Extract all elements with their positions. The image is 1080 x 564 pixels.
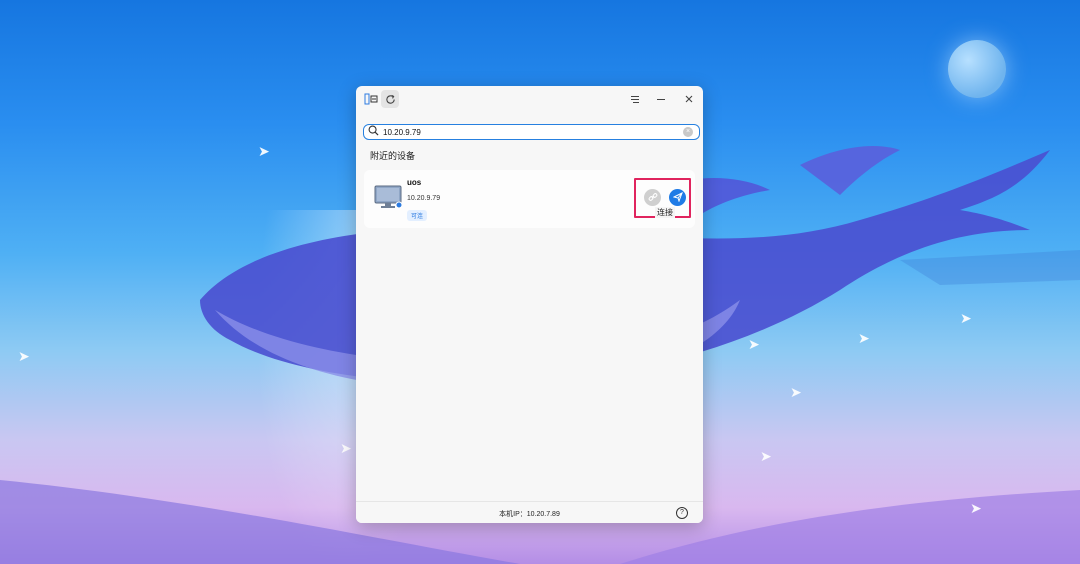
send-icon <box>672 189 683 207</box>
device-name: uos <box>407 178 422 187</box>
send-file-button[interactable] <box>669 189 686 206</box>
device-ip: 10.20.9.79 <box>407 195 441 202</box>
search-input[interactable]: 10.20.9.79 × <box>363 124 700 140</box>
fish-decoration: ➤ <box>258 143 270 159</box>
help-icon[interactable]: ? <box>676 507 688 519</box>
fish-decoration: ➤ <box>858 330 870 346</box>
connect-tooltip: 连接 <box>655 207 675 218</box>
connect-app-icon <box>362 90 380 108</box>
fish-decoration: ➤ <box>970 500 982 516</box>
menu-icon[interactable] <box>626 90 644 108</box>
search-icon <box>368 123 379 141</box>
fish-decoration: ➤ <box>18 348 30 364</box>
cross-device-window: 10.20.9.79 × 附近的设备 uos 10.20.9.79 可连 连接 … <box>356 86 703 523</box>
minimize-icon[interactable] <box>652 90 670 108</box>
connect-button[interactable] <box>644 189 661 206</box>
fish-decoration: ➤ <box>760 448 772 464</box>
refresh-icon[interactable] <box>381 90 399 108</box>
search-value[interactable]: 10.20.9.79 <box>383 128 699 137</box>
computer-icon <box>374 184 403 215</box>
local-ip-label: 本机IP：10.20.7.89 <box>499 511 560 518</box>
close-icon[interactable] <box>680 90 698 108</box>
status-badge: 可连 <box>407 210 428 221</box>
fish-decoration: ➤ <box>748 336 760 352</box>
fish-decoration: ➤ <box>960 310 972 326</box>
link-icon <box>648 189 658 207</box>
section-title-nearby-devices: 附近的设备 <box>370 151 416 161</box>
clear-icon[interactable]: × <box>683 127 693 137</box>
fish-decoration: ➤ <box>340 440 352 456</box>
fish-decoration: ➤ <box>790 384 802 400</box>
titlebar <box>356 86 703 114</box>
footer: 本机IP：10.20.7.89 ? <box>356 501 703 523</box>
